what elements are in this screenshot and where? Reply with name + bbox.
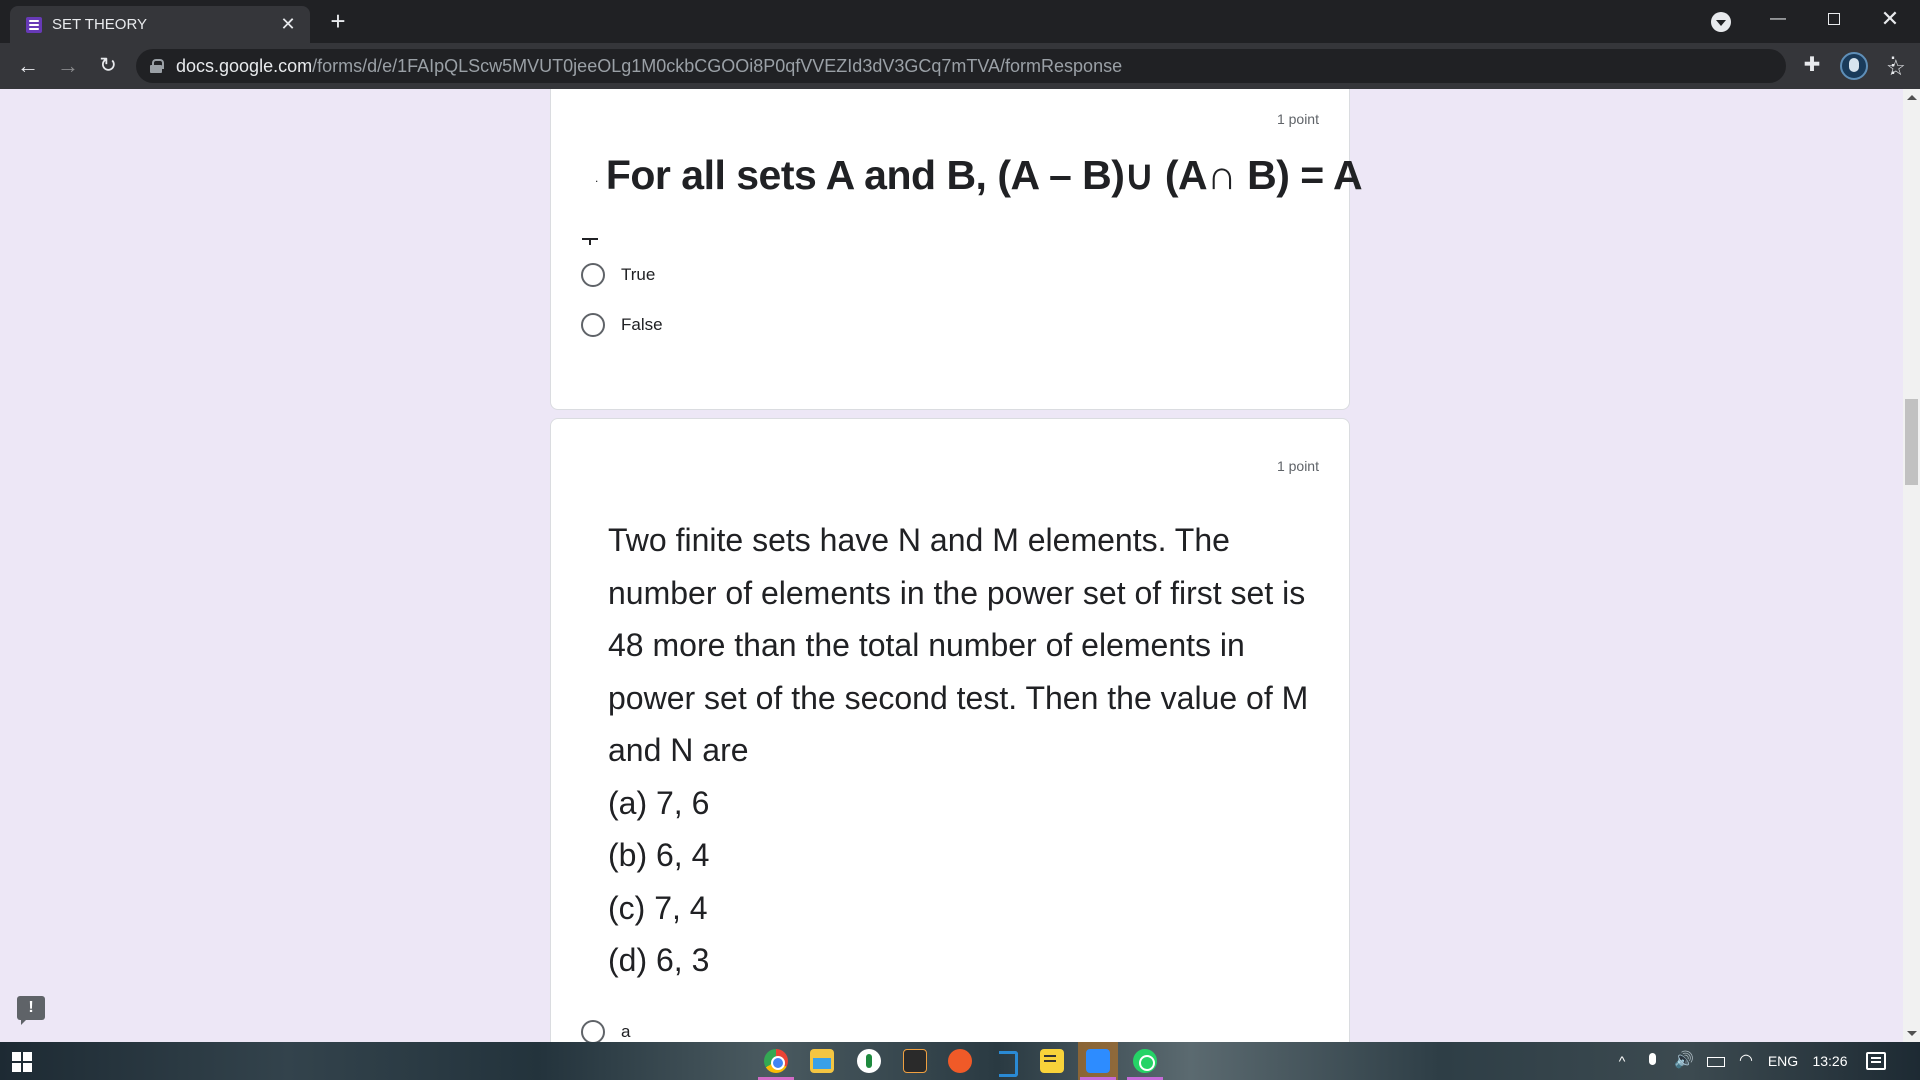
browser-tab-set-theory[interactable]: SET THEORY ✕ — [10, 6, 310, 43]
restore-button[interactable] — [1806, 0, 1862, 40]
stray-mark — [582, 235, 598, 245]
radio-option-a[interactable]: a — [581, 1020, 630, 1042]
option-label: a — [621, 1022, 631, 1041]
browser-toolbar: ← → ↻ docs.google.com/forms/d/e/1FAIpQLS… — [0, 43, 1920, 89]
language-indicator[interactable]: ENG — [1763, 1042, 1803, 1080]
scroll-up-arrow-icon[interactable] — [1907, 95, 1917, 100]
tab-title: SET THEORY — [52, 16, 148, 33]
question-points: 1 point — [1276, 458, 1319, 474]
vscode-taskbar-icon[interactable] — [995, 1049, 1019, 1077]
forward-button[interactable]: → — [52, 50, 84, 82]
profile-avatar[interactable] — [1840, 52, 1868, 80]
answer-choice: (b) 6, 4 — [608, 837, 710, 873]
browser-menu-button[interactable]: ⋮ — [1882, 52, 1904, 80]
clock[interactable]: 13:26 — [1806, 1042, 1854, 1080]
notifications-icon[interactable] — [1866, 1052, 1886, 1070]
radio-button[interactable] — [581, 1020, 605, 1042]
question-card-1: 1 point . For all sets A and B, (A – B)∪ … — [550, 89, 1363, 410]
scroll-down-arrow-icon[interactable] — [1907, 1031, 1917, 1036]
option-label: True — [621, 265, 656, 284]
radio-option-true[interactable]: True — [581, 263, 655, 287]
terminal-taskbar-icon[interactable] — [903, 1049, 927, 1073]
windows-taskbar: ^ 🔊 ◠ ENG 13:26 — [0, 1042, 1920, 1080]
zoom-taskbar-icon[interactable] — [1086, 1049, 1110, 1073]
tab-search-icon[interactable] — [1711, 12, 1731, 32]
question-body: Two finite sets have N and M elements. T… — [608, 514, 1328, 987]
orange-app-taskbar-icon[interactable] — [948, 1049, 972, 1073]
form-page: 1 point . For all sets A and B, (A – B)∪ … — [0, 89, 1903, 1042]
extensions-puzzle-icon[interactable]: ✚ — [1798, 52, 1826, 80]
restore-icon — [1828, 13, 1840, 25]
minimize-button[interactable]: — — [1750, 0, 1806, 40]
question-text: Two finite sets have N and M elements. T… — [608, 522, 1309, 768]
url-path: /forms/d/e/1FAIpQLScw5MVUT0jeeOLg1M0ckbC… — [312, 55, 1123, 76]
question-title-text: For all sets A and B, (A – B)∪ (A∩ B) = … — [605, 152, 1363, 198]
tray-chevron-icon[interactable]: ^ — [1612, 1042, 1632, 1080]
report-feedback-icon[interactable]: ! — [17, 996, 45, 1025]
new-tab-button[interactable]: + — [322, 6, 354, 38]
windows-start-icon[interactable] — [12, 1052, 32, 1072]
file-explorer-taskbar-icon[interactable] — [810, 1049, 834, 1073]
radio-button[interactable] — [581, 263, 605, 287]
question-points: 1 point — [1276, 111, 1319, 127]
green-app-taskbar-icon[interactable] — [857, 1049, 881, 1073]
question-lead-mark: . — [595, 171, 598, 186]
answer-choice: (d) 6, 3 — [608, 942, 710, 978]
back-button[interactable]: ← — [12, 50, 44, 82]
google-forms-icon — [26, 16, 42, 33]
tab-close-button[interactable]: ✕ — [278, 14, 298, 35]
chrome-taskbar-icon[interactable] — [764, 1049, 788, 1073]
sticky-notes-taskbar-icon[interactable] — [1040, 1049, 1064, 1073]
option-label: False — [621, 315, 663, 334]
volume-icon[interactable]: 🔊 — [1670, 1042, 1698, 1080]
page-scrollbar[interactable] — [1903, 89, 1920, 1042]
radio-option-false[interactable]: False — [581, 313, 663, 337]
window-close-button[interactable]: ✕ — [1862, 0, 1918, 40]
address-bar[interactable]: docs.google.com/forms/d/e/1FAIpQLScw5MVU… — [136, 49, 1906, 83]
battery-icon[interactable] — [1705, 1042, 1727, 1080]
lock-icon[interactable] — [150, 59, 164, 73]
question-title: . For all sets A and B, (A – B)∪ (A∩ B) =… — [595, 151, 1363, 199]
wifi-icon[interactable]: ◠ — [1735, 1042, 1757, 1080]
browser-tab-strip: SET THEORY ✕ + — ✕ — [0, 0, 1920, 43]
question-card-2: 1 point Two finite sets have N and M ele… — [550, 418, 1350, 1042]
reload-button[interactable]: ↻ — [92, 50, 124, 82]
answer-choice: (c) 7, 4 — [608, 889, 708, 926]
whatsapp-taskbar-icon[interactable] — [1133, 1049, 1157, 1073]
url-host: docs.google.com — [176, 55, 313, 76]
url-text[interactable]: docs.google.com/forms/d/e/1FAIpQLScw5MVU… — [176, 56, 1122, 77]
scrollbar-thumb[interactable] — [1905, 399, 1918, 485]
radio-button[interactable] — [581, 313, 605, 337]
answer-choice: (a) 7, 6 — [608, 784, 710, 821]
microphone-icon[interactable] — [1643, 1042, 1663, 1080]
